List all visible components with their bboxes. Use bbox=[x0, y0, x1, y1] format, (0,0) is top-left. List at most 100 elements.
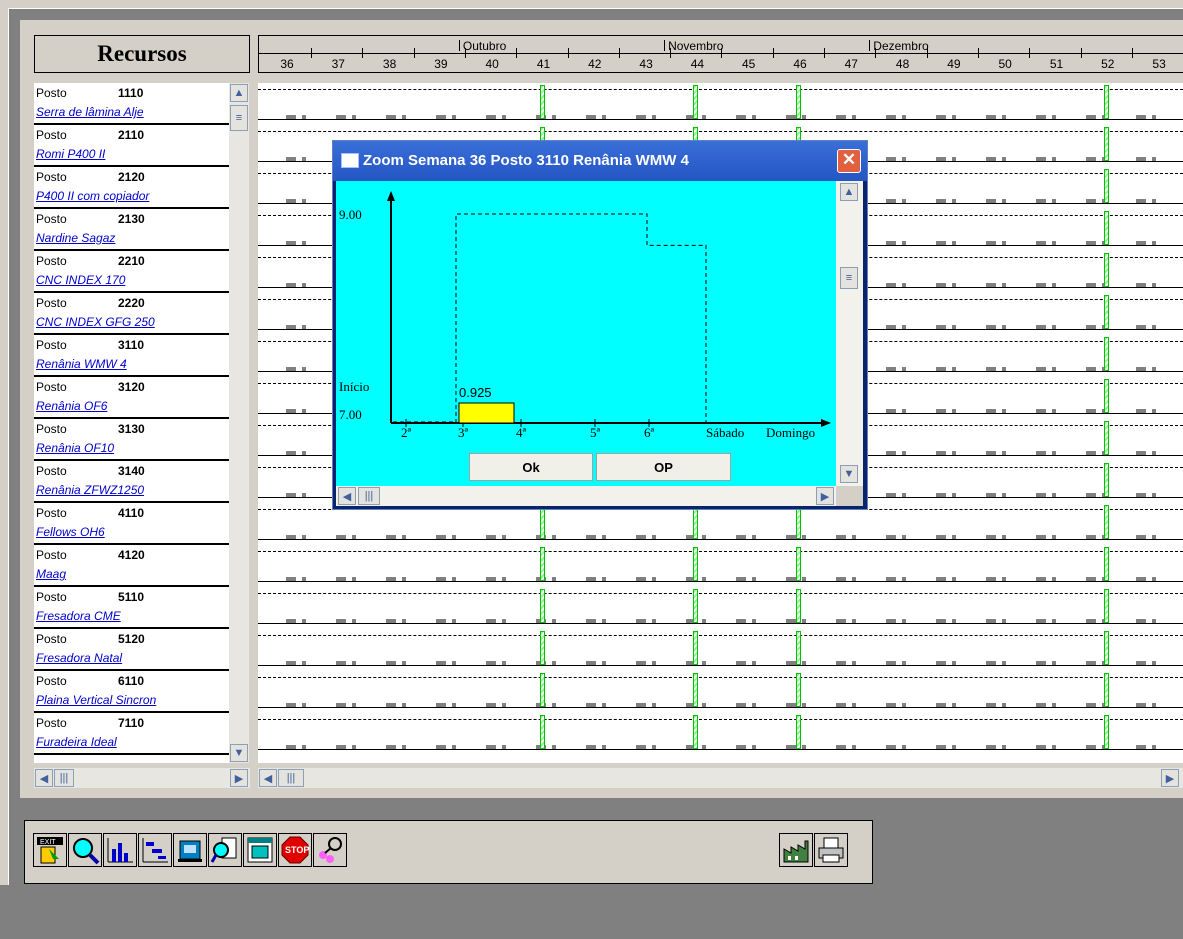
search-icon[interactable] bbox=[68, 833, 102, 867]
week-marker[interactable] bbox=[1103, 421, 1109, 455]
scroll-left-button[interactable]: ◀ bbox=[259, 769, 277, 787]
week-marker[interactable] bbox=[1103, 379, 1109, 413]
week-marker[interactable] bbox=[1103, 211, 1109, 245]
resource-name-link[interactable]: Fresadora CME bbox=[34, 607, 229, 626]
resource-row[interactable]: Posto 3110 Renânia WMW 4 bbox=[34, 335, 229, 377]
resource-name-link[interactable]: CNC INDEX 170 bbox=[34, 271, 229, 290]
scroll-thumb[interactable]: ≡ bbox=[840, 267, 858, 289]
scroll-up-button[interactable]: ▲ bbox=[840, 183, 858, 201]
week-marker[interactable] bbox=[1103, 337, 1109, 371]
week-marker[interactable] bbox=[796, 505, 801, 539]
machine-icon[interactable] bbox=[173, 833, 207, 867]
week-marker[interactable] bbox=[1103, 589, 1109, 623]
scroll-down-button[interactable]: ▼ bbox=[230, 744, 248, 762]
dialog-horizontal-scrollbar[interactable]: ◀ ||| ▶ bbox=[336, 486, 836, 506]
resource-row[interactable]: Posto 3120 Renânia OF6 bbox=[34, 377, 229, 419]
gantt-icon[interactable] bbox=[138, 833, 172, 867]
week-marker[interactable] bbox=[539, 631, 545, 665]
scroll-down-button[interactable]: ▼ bbox=[840, 465, 858, 483]
window-icon[interactable] bbox=[243, 833, 277, 867]
resource-name-link[interactable]: Renânia OF6 bbox=[34, 397, 229, 416]
scroll-thumb[interactable]: ||| bbox=[54, 769, 74, 787]
resource-name-link[interactable]: Romi P400 II bbox=[34, 145, 229, 164]
week-marker[interactable] bbox=[1103, 127, 1109, 161]
resource-row[interactable]: Posto 2130 Nardine Sagaz bbox=[34, 209, 229, 251]
week-marker[interactable] bbox=[693, 505, 699, 539]
week-marker[interactable] bbox=[693, 85, 699, 119]
resource-name-link[interactable]: Plaina Vertical Sincron bbox=[34, 691, 229, 710]
resource-row[interactable]: Posto 2210 CNC INDEX 170 bbox=[34, 251, 229, 293]
resource-row[interactable]: Posto 3140 Renânia ZFWZ1250 bbox=[34, 461, 229, 503]
zoom-document-icon[interactable] bbox=[208, 833, 242, 867]
resource-name-link[interactable]: CNC INDEX GFG 250 bbox=[34, 313, 229, 332]
resource-name-link[interactable]: Fellows OH6 bbox=[34, 523, 229, 542]
dialog-vertical-scrollbar[interactable]: ▲ ≡ ▼ bbox=[836, 181, 863, 486]
resource-name-link[interactable]: Renânia OF10 bbox=[34, 439, 229, 458]
grid-horizontal-scrollbar[interactable]: ◀ ||| ▶ bbox=[258, 768, 1183, 788]
resource-row[interactable]: Posto 1110 Serra de lâmina Alje bbox=[34, 83, 229, 125]
week-marker[interactable] bbox=[1103, 85, 1109, 119]
ok-button[interactable]: Ok bbox=[469, 453, 593, 481]
scroll-left-button[interactable]: ◀ bbox=[338, 487, 356, 505]
resource-row[interactable]: Posto 5120 Fresadora Natal bbox=[34, 629, 229, 671]
exit-icon[interactable]: EXIT bbox=[33, 833, 67, 867]
week-marker[interactable] bbox=[796, 715, 801, 749]
people-search-icon[interactable] bbox=[313, 833, 347, 867]
resource-list[interactable]: Posto 1110 Serra de lâmina Alje Posto 2110 Ro… bbox=[34, 83, 229, 763]
resource-row[interactable]: Posto 6110 Plaina Vertical Sincron bbox=[34, 671, 229, 713]
resource-row[interactable]: Posto 3130 Renânia OF10 bbox=[34, 419, 229, 461]
week-marker[interactable] bbox=[693, 547, 699, 581]
bar-chart-icon[interactable] bbox=[103, 833, 137, 867]
scroll-thumb[interactable]: ||| bbox=[278, 769, 304, 787]
scroll-left-button[interactable]: ◀ bbox=[35, 769, 53, 787]
resource-row[interactable]: Posto 2220 CNC INDEX GFG 250 bbox=[34, 293, 229, 335]
resource-row[interactable]: Posto 2120 P400 II com copiador bbox=[34, 167, 229, 209]
week-marker[interactable] bbox=[539, 673, 545, 707]
week-marker[interactable] bbox=[1103, 715, 1109, 749]
resource-row[interactable]: Posto 2110 Romi P400 II bbox=[34, 125, 229, 167]
week-marker[interactable] bbox=[796, 547, 801, 581]
week-marker[interactable] bbox=[1103, 631, 1109, 665]
resource-row[interactable]: Posto 5110 Fresadora CME bbox=[34, 587, 229, 629]
dialog-titlebar[interactable]: Zoom Semana 36 Posto 3110 Renânia WMW 4 … bbox=[333, 141, 867, 181]
scroll-right-button[interactable]: ▶ bbox=[816, 487, 834, 505]
resource-row[interactable]: Posto 4110 Fellows OH6 bbox=[34, 503, 229, 545]
week-marker[interactable] bbox=[693, 715, 699, 749]
week-marker[interactable] bbox=[1103, 547, 1109, 581]
resource-name-link[interactable]: Furadeira Ideal bbox=[34, 733, 229, 752]
week-marker[interactable] bbox=[539, 85, 545, 119]
week-marker[interactable] bbox=[1103, 295, 1109, 329]
week-marker[interactable] bbox=[1103, 505, 1109, 539]
printer-icon[interactable] bbox=[814, 833, 848, 867]
week-marker[interactable] bbox=[693, 673, 699, 707]
week-marker[interactable] bbox=[539, 715, 545, 749]
scroll-thumb[interactable]: ≡ bbox=[230, 105, 248, 131]
scroll-thumb[interactable]: ||| bbox=[358, 487, 380, 505]
op-button[interactable]: OP bbox=[596, 453, 731, 481]
close-icon[interactable]: ✕ bbox=[837, 149, 861, 173]
resource-name-link[interactable]: Fresadora Natal bbox=[34, 649, 229, 668]
week-marker[interactable] bbox=[796, 589, 801, 623]
week-marker[interactable] bbox=[1103, 253, 1109, 287]
week-marker[interactable] bbox=[539, 589, 545, 623]
week-marker[interactable] bbox=[539, 547, 545, 581]
resource-name-link[interactable]: Maag bbox=[34, 565, 229, 584]
week-marker[interactable] bbox=[693, 631, 699, 665]
week-marker[interactable] bbox=[1103, 673, 1109, 707]
week-marker[interactable] bbox=[796, 85, 801, 119]
week-marker[interactable] bbox=[796, 631, 801, 665]
resource-row[interactable]: Posto 4120 Maag bbox=[34, 545, 229, 587]
resource-name-link[interactable]: Serra de lâmina Alje bbox=[34, 103, 229, 122]
resource-name-link[interactable]: P400 II com copiador bbox=[34, 187, 229, 206]
scroll-right-button[interactable]: ▶ bbox=[230, 769, 248, 787]
resource-name-link[interactable]: Renânia ZFWZ1250 bbox=[34, 481, 229, 500]
resource-vertical-scrollbar[interactable]: ▲ ≡ ▼ bbox=[229, 83, 249, 763]
week-marker[interactable] bbox=[539, 505, 545, 539]
resource-horizontal-scrollbar[interactable]: ◀ ||| ▶ bbox=[34, 768, 250, 788]
resource-name-link[interactable]: Nardine Sagaz bbox=[34, 229, 229, 248]
week-marker[interactable] bbox=[796, 673, 801, 707]
week-marker[interactable] bbox=[1103, 169, 1109, 203]
stop-icon[interactable]: STOP bbox=[278, 833, 312, 867]
week-marker[interactable] bbox=[693, 589, 699, 623]
week-marker[interactable] bbox=[1103, 463, 1109, 497]
